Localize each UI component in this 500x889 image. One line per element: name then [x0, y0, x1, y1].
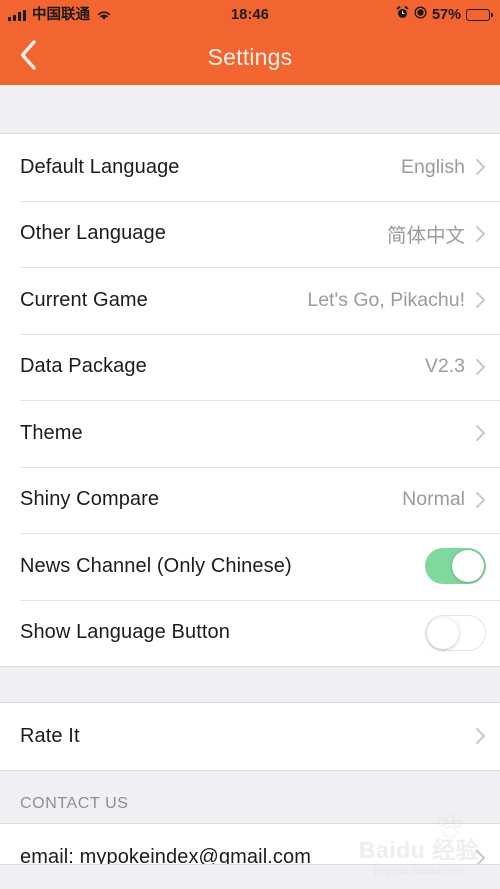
- chevron-right-icon: [475, 424, 486, 442]
- row-value: English: [401, 155, 465, 178]
- row-accessory: [425, 548, 486, 585]
- settings-group-rate: Rate It: [0, 702, 500, 771]
- settings-content: Default Language English Other Language …: [0, 85, 500, 865]
- row-accessory: [465, 424, 486, 442]
- news-channel-toggle[interactable]: [425, 548, 486, 585]
- row-value: Normal: [402, 488, 465, 511]
- status-bar-left: 中国联通: [8, 8, 112, 23]
- battery-icon: [466, 9, 493, 21]
- row-accessory: 简体中文: [387, 219, 486, 248]
- row-value: Let's Go, Pikachu!: [307, 288, 465, 311]
- row-value: 简体中文: [386, 225, 465, 248]
- spacer-middle: [0, 667, 500, 702]
- page-title: Settings: [207, 44, 293, 70]
- row-accessory: [465, 727, 486, 745]
- spacer-top: [0, 85, 500, 133]
- rotation-lock-icon: [414, 6, 427, 24]
- settings-row-theme[interactable]: Theme: [0, 400, 500, 467]
- settings-row-data-package[interactable]: Data Package V2.3: [0, 333, 500, 400]
- row-accessory: [425, 614, 486, 651]
- toggle-knob: [427, 616, 459, 649]
- row-label: Rate It: [20, 724, 80, 747]
- row-label: Default Language: [20, 155, 180, 178]
- chevron-right-icon: [475, 849, 486, 864]
- watermark-url: jingyan.baidu.com: [374, 865, 464, 877]
- alarm-clock-icon: [396, 6, 409, 24]
- chevron-right-icon: [475, 358, 486, 376]
- settings-row-current-game[interactable]: Current Game Let's Go, Pikachu!: [0, 267, 500, 334]
- status-bar-clock: 18:46: [230, 7, 270, 23]
- settings-row-news-channel[interactable]: News Channel (Only Chinese): [0, 533, 500, 600]
- chevron-right-icon: [475, 291, 486, 309]
- status-bar: 中国联通 18:46 57%: [0, 0, 500, 30]
- show-language-button-toggle[interactable]: [425, 614, 486, 651]
- row-label: Theme: [20, 421, 83, 444]
- row-accessory: Normal: [402, 488, 486, 511]
- wifi-icon: [96, 9, 112, 21]
- row-value: V2.3: [424, 355, 465, 378]
- settings-group-contact: email: mypokeindex@gmail.com: [0, 822, 500, 865]
- row-label: Current Game: [20, 288, 148, 311]
- contact-section-header: CONTACT US: [0, 770, 500, 823]
- signal-bars-icon: [8, 9, 26, 21]
- row-accessory: V2.3: [425, 355, 486, 378]
- row-label: email: mypokeindex@gmail.com: [20, 846, 311, 864]
- row-label: Data Package: [20, 355, 147, 378]
- chevron-right-icon: [475, 158, 486, 176]
- chevron-right-icon: [475, 225, 486, 243]
- settings-row-shiny-compare[interactable]: Shiny Compare Normal: [0, 466, 500, 533]
- row-label: Other Language: [20, 222, 166, 245]
- row-label: News Channel (Only Chinese): [20, 554, 292, 577]
- settings-group-main: Default Language English Other Language …: [0, 133, 500, 667]
- toggle-knob: [452, 550, 484, 583]
- status-bar-right: 57%: [396, 6, 493, 24]
- settings-row-show-language-button[interactable]: Show Language Button: [0, 599, 500, 666]
- nav-header: Settings: [0, 30, 500, 85]
- battery-percent: 57%: [431, 7, 461, 23]
- row-accessory: English: [401, 156, 486, 179]
- row-accessory: [475, 849, 486, 864]
- carrier-name: 中国联通: [32, 6, 90, 23]
- settings-row-email[interactable]: email: mypokeindex@gmail.com: [0, 823, 500, 864]
- settings-row-rate-it[interactable]: Rate It: [0, 703, 500, 770]
- row-label: Show Language Button: [20, 621, 230, 644]
- row-accessory: Let's Go, Pikachu!: [307, 289, 486, 312]
- settings-row-other-language[interactable]: Other Language 简体中文: [0, 200, 500, 267]
- row-label: Shiny Compare: [20, 488, 160, 511]
- chevron-right-icon: [475, 491, 486, 509]
- chevron-right-icon: [475, 727, 486, 745]
- settings-row-default-language[interactable]: Default Language English: [0, 134, 500, 201]
